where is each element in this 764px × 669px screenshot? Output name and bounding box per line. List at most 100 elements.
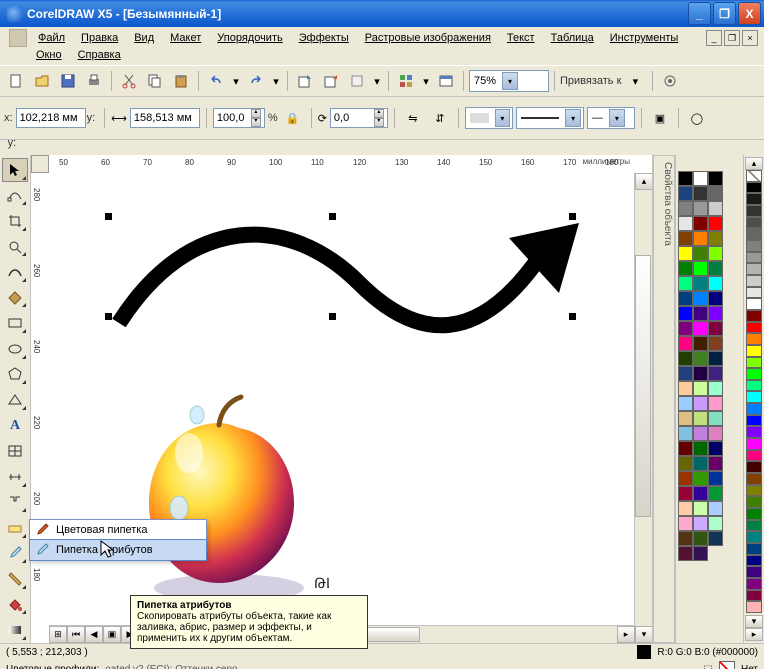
export-button[interactable] <box>319 69 343 93</box>
palette-up[interactable]: ▴ <box>745 157 763 170</box>
welcome-button[interactable] <box>434 69 458 93</box>
options-button[interactable] <box>658 69 682 93</box>
color-swatch[interactable] <box>678 186 693 201</box>
color-eyedropper-item[interactable]: Цветовая пипетка <box>30 520 206 540</box>
color-swatch[interactable] <box>678 336 693 351</box>
sel-handle-sw[interactable] <box>105 313 112 320</box>
combo3[interactable]: —▾ <box>587 107 635 129</box>
color-swatch[interactable] <box>746 543 762 555</box>
color-swatch[interactable] <box>693 246 708 261</box>
color-swatch[interactable] <box>746 391 762 403</box>
color-swatch[interactable] <box>708 261 723 276</box>
color-swatch[interactable] <box>746 461 762 473</box>
color-swatch[interactable] <box>693 426 708 441</box>
color-swatch[interactable] <box>693 366 708 381</box>
color-swatch[interactable] <box>678 246 693 261</box>
color-swatch[interactable] <box>746 345 762 357</box>
ellipse-tool[interactable] <box>2 337 28 361</box>
color-swatch[interactable] <box>708 171 723 186</box>
color-swatch[interactable] <box>708 441 723 456</box>
polygon-tool[interactable] <box>2 363 28 387</box>
cut-button[interactable] <box>117 69 141 93</box>
fill-tool[interactable] <box>2 593 28 617</box>
shape-tool[interactable] <box>2 184 28 208</box>
color-swatch[interactable] <box>746 322 762 334</box>
color-swatch[interactable] <box>693 531 708 546</box>
sx-field[interactable]: 100,0▴▾ <box>213 108 265 128</box>
publish-dd[interactable]: ▾ <box>371 69 383 93</box>
color-swatch[interactable] <box>693 306 708 321</box>
color-swatch[interactable] <box>708 471 723 486</box>
close-button[interactable]: X <box>738 2 761 25</box>
apple-image[interactable]: ԹԼ <box>119 393 329 603</box>
color-swatch[interactable] <box>693 516 708 531</box>
app-launcher-button[interactable] <box>394 69 418 93</box>
color-swatch[interactable] <box>693 261 708 276</box>
outline-swatch[interactable] <box>719 661 735 669</box>
paste-button[interactable] <box>169 69 193 93</box>
tab-tools[interactable]: ⊞ <box>49 626 67 643</box>
crop-tool[interactable] <box>2 209 28 233</box>
color-swatch[interactable] <box>678 171 693 186</box>
color-swatch[interactable] <box>746 333 762 345</box>
color-swatch[interactable] <box>693 456 708 471</box>
color-swatch[interactable] <box>746 368 762 380</box>
new-button[interactable] <box>4 69 28 93</box>
launcher-dd[interactable]: ▾ <box>420 69 432 93</box>
save-button[interactable] <box>56 69 80 93</box>
sel-handle-se[interactable] <box>569 313 576 320</box>
color-swatch[interactable] <box>693 201 708 216</box>
vscroll-down[interactable]: ▾ <box>635 626 652 643</box>
menu-view[interactable]: Вид <box>126 30 162 46</box>
attribute-eyedropper-item[interactable]: Пипетка атрибутов <box>29 539 207 561</box>
color-swatch[interactable] <box>746 298 762 310</box>
mdi-close[interactable]: × <box>742 30 758 46</box>
sel-handle-n[interactable] <box>329 213 336 220</box>
color-swatch[interactable] <box>693 501 708 516</box>
publish-button[interactable] <box>345 69 369 93</box>
color-swatch[interactable] <box>678 231 693 246</box>
interactive-tool[interactable] <box>2 516 28 540</box>
color-swatch[interactable] <box>678 531 693 546</box>
color-swatch[interactable] <box>693 396 708 411</box>
lock-icon[interactable]: ⟷ <box>111 112 127 125</box>
color-swatch[interactable] <box>708 411 723 426</box>
color-swatch[interactable] <box>746 578 762 590</box>
color-swatch[interactable] <box>693 381 708 396</box>
color-swatch[interactable] <box>678 396 693 411</box>
basic-shapes-tool[interactable] <box>2 388 28 412</box>
color-swatch[interactable] <box>678 546 693 561</box>
color-swatch[interactable] <box>708 231 723 246</box>
connector-tool[interactable] <box>2 491 28 515</box>
color-swatch[interactable] <box>678 486 693 501</box>
print-button[interactable] <box>82 69 106 93</box>
color-swatch[interactable] <box>693 276 708 291</box>
menu-arrange[interactable]: Упорядочить <box>209 30 290 46</box>
color-swatch[interactable] <box>746 590 762 602</box>
color-swatch[interactable] <box>746 485 762 497</box>
rectangle-tool[interactable] <box>2 311 28 335</box>
color-swatch[interactable] <box>693 351 708 366</box>
vertical-scrollbar[interactable]: ▴ ▾ <box>634 173 652 643</box>
color-swatch[interactable] <box>708 186 723 201</box>
lock-aspect-button[interactable]: 🔒 <box>281 106 305 130</box>
color-swatch[interactable] <box>693 186 708 201</box>
color-swatch[interactable] <box>678 471 693 486</box>
color-swatch[interactable] <box>746 426 762 438</box>
no-color-swatch[interactable] <box>746 170 762 182</box>
table-tool[interactable] <box>2 439 28 463</box>
convert-button[interactable]: ◯ <box>685 106 709 130</box>
color-swatch[interactable] <box>693 336 708 351</box>
color-swatch[interactable] <box>708 201 723 216</box>
color-swatch[interactable] <box>708 486 723 501</box>
palette-flyout[interactable]: ▸ <box>745 628 763 641</box>
color-swatch[interactable] <box>746 252 762 264</box>
color-swatch[interactable] <box>678 426 693 441</box>
angle-field[interactable]: 0,0▴▾ <box>330 108 388 128</box>
mdi-restore[interactable]: ❐ <box>724 30 740 46</box>
color-swatch[interactable] <box>746 240 762 252</box>
color-swatch[interactable] <box>746 228 762 240</box>
smart-fill-tool[interactable] <box>2 286 28 310</box>
color-swatch[interactable] <box>678 291 693 306</box>
color-swatch[interactable] <box>746 555 762 567</box>
